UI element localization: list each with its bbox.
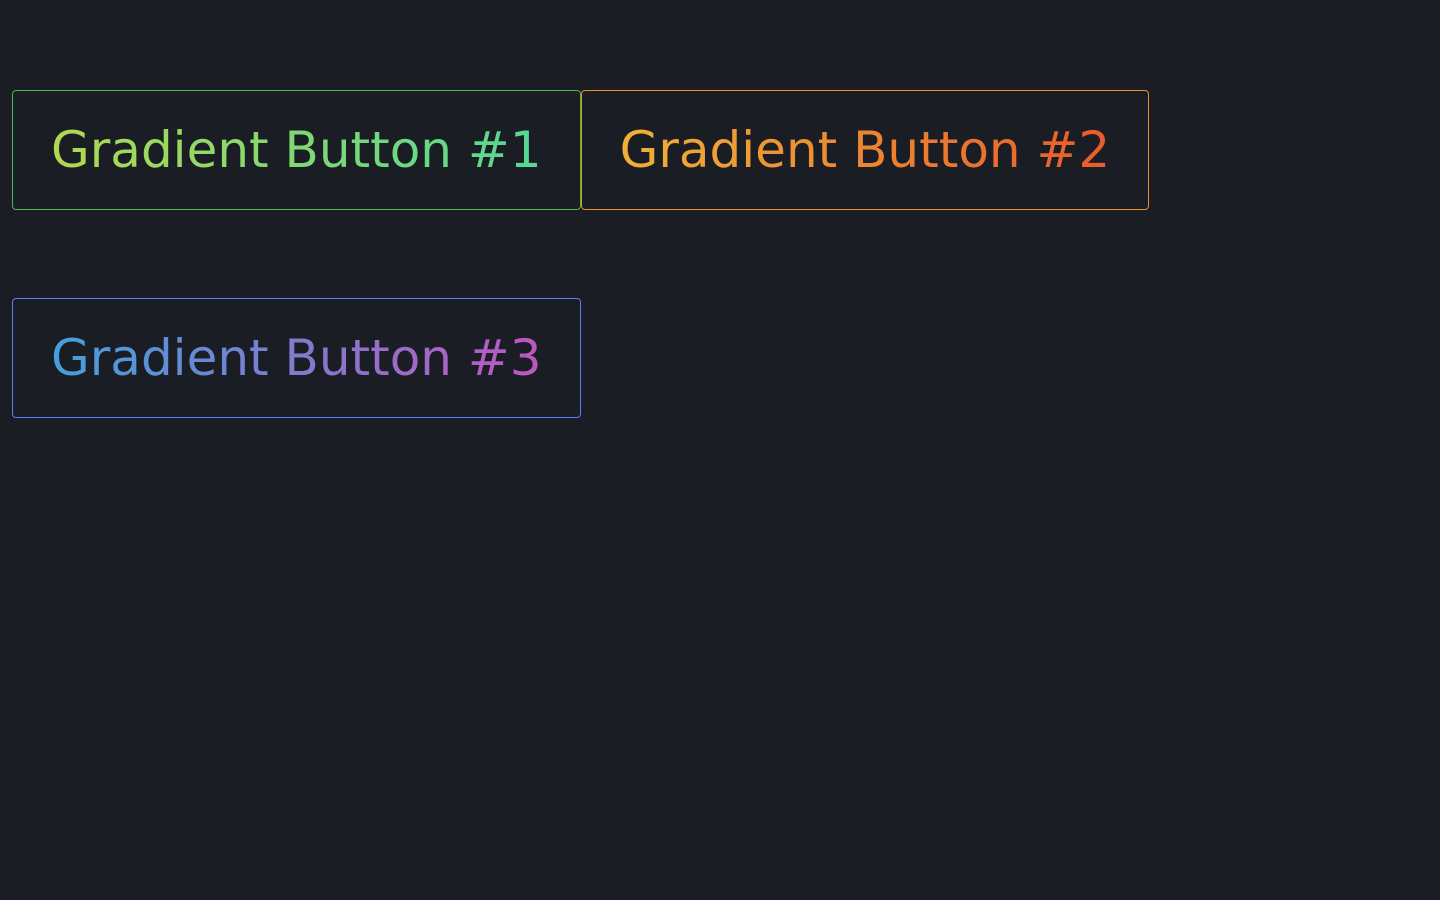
row-separator bbox=[12, 210, 1428, 298]
gradient-button-2[interactable]: Gradient Button #2 bbox=[581, 90, 1150, 210]
button-gallery: Gradient Button #1 Gradient Button #2 Gr… bbox=[12, 90, 1428, 418]
gradient-button-3[interactable]: Gradient Button #3 bbox=[12, 298, 581, 418]
gradient-button-1[interactable]: Gradient Button #1 bbox=[12, 90, 581, 210]
